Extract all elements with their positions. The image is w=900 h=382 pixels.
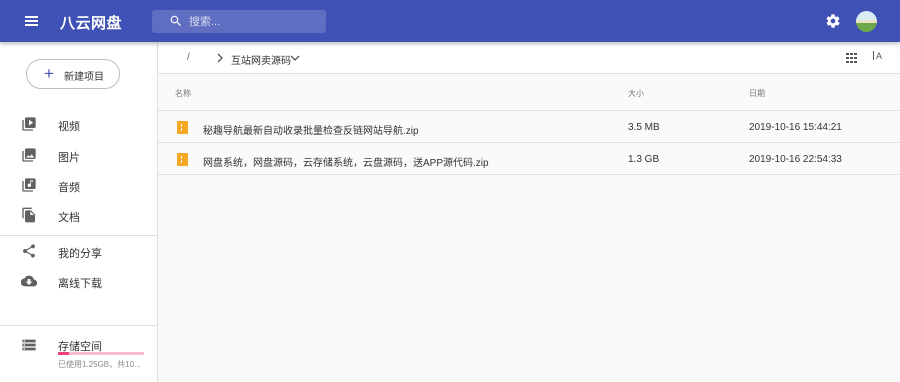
column-header-date[interactable]: 日期 [749,88,765,99]
sidebar-item-label: 离线下载 [58,278,102,290]
sort-label: A [876,51,883,61]
file-date: 2019-10-16 15:44:21 [749,122,842,133]
image-icon [22,148,36,162]
sidebar-item-my-share[interactable]: 我的分享 [0,236,157,266]
sidebar-item-label: 音频 [58,182,80,194]
storage-progress-bar [58,352,144,355]
grid-view-icon[interactable] [846,52,858,64]
app-title: 八云网盘 [60,15,123,32]
sidebar-item-audio[interactable]: 音频 [0,170,157,200]
file-date: 2019-10-16 22:54:33 [749,154,842,165]
sidebar-item-label: 视频 [58,121,80,133]
sidebar-item-label: 文档 [58,212,80,224]
storage-progress-fill [58,352,69,355]
file-name: 网盘系统，网盘源码，云存储系统，云盘源码，送APP源代码.zip [203,158,489,169]
share-icon [23,244,35,258]
storage-divider [0,325,157,326]
file-row[interactable]: 网盘系统，网盘源码，云存储系统，云盘源码，送APP源代码.zip 1.3 GB … [158,143,900,175]
sidebar-item-document[interactable]: 文档 [0,200,157,230]
column-header-size[interactable]: 大小 [628,88,644,99]
file-size: 3.5 MB [628,122,660,133]
sidebar-item-video[interactable]: 视频 [0,109,157,139]
storage-usage-text: 已使用1.25GB，共10... [58,360,141,369]
sidebar-item-label: 图片 [58,152,80,164]
app-bar: 八云网盘 [0,0,900,42]
chevron-down-icon[interactable] [290,53,300,63]
sidebar-item-image[interactable]: 图片 [0,140,157,170]
search-box[interactable] [152,10,326,33]
video-icon [22,117,36,131]
new-item-button[interactable]: + 新建项目 [26,59,120,89]
path-navigator: / 互站网卖源码 A [158,42,900,74]
zip-file-icon [177,153,188,166]
file-size: 1.3 GB [628,154,660,165]
document-icon [22,207,35,223]
menu-icon[interactable] [22,11,42,31]
audio-icon [22,178,36,192]
cloud-download-icon [21,275,37,287]
zip-file-icon [177,121,188,134]
file-row[interactable]: 秘趣导航最新自动收录批量检查反链网站导航.zip 3.5 MB 2019-10-… [158,111,900,143]
sidebar: + 新建项目 视频 图片 音频 文档 我的分享 离线下载 存储空间 已使用1.2… [0,42,158,382]
breadcrumb-current[interactable]: 互站网卖源码 [231,52,291,67]
plus-icon: + [44,64,54,83]
search-input[interactable] [189,13,319,30]
sidebar-item-label: 我的分享 [58,248,102,260]
sort-button[interactable]: A [873,51,882,61]
sidebar-item-offline-download[interactable]: 离线下载 [0,266,157,296]
new-item-label: 新建项目 [64,72,104,83]
breadcrumb-root[interactable]: / [187,52,190,63]
main-content: / 互站网卖源码 A 名称 大小 日期 秘趣导航最新自动收录批量检查反链网站导航… [158,42,900,382]
file-name: 秘趣导航最新自动收录批量检查反链网站导航.zip [203,126,419,137]
user-avatar[interactable] [856,11,877,32]
storage-icon [22,339,36,351]
settings-gear-icon[interactable] [823,11,843,31]
chevron-right-icon [217,53,223,63]
column-header-name[interactable]: 名称 [175,88,191,99]
search-icon [170,15,181,26]
